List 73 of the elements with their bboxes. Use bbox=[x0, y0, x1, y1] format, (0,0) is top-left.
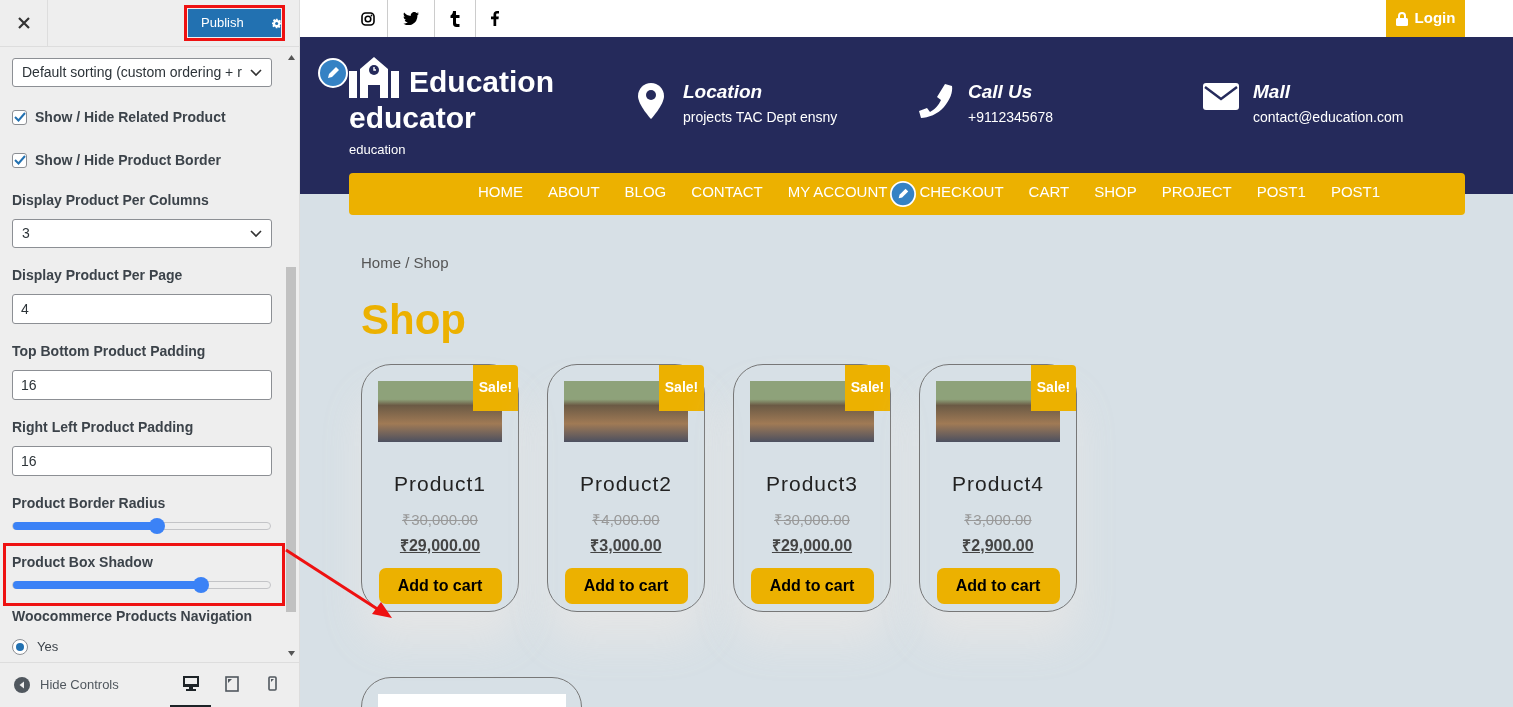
sale-price: ₹3,000.00 bbox=[590, 535, 662, 556]
collapse-icon bbox=[14, 677, 30, 693]
slider-thumb[interactable] bbox=[148, 518, 165, 534]
old-price: ₹3,000.00 bbox=[964, 510, 1032, 530]
sale-price: ₹2,900.00 bbox=[962, 535, 1034, 556]
old-price: ₹4,000.00 bbox=[592, 510, 660, 530]
sale-badge: Sale! bbox=[1031, 364, 1076, 411]
dropdown[interactable]: Default sorting (custom ordering + r bbox=[12, 58, 272, 87]
contact-detail: +9112345678 bbox=[968, 108, 1053, 127]
slider-thumb[interactable] bbox=[192, 577, 209, 593]
control-label: Display Product Per Columns bbox=[12, 191, 210, 210]
chevron-down-icon bbox=[250, 68, 262, 77]
desktop-icon bbox=[182, 676, 199, 691]
lock-icon bbox=[1395, 11, 1408, 26]
control-label: Product Border Radius bbox=[12, 494, 167, 513]
edit-pencil-icon[interactable] bbox=[318, 58, 348, 88]
sale-price: ₹29,000.00 bbox=[399, 535, 481, 556]
control-label: Display Product Per Page bbox=[12, 266, 184, 285]
sale-badge: Sale! bbox=[659, 364, 704, 411]
tablet-icon bbox=[224, 675, 239, 692]
product-name: Product3 bbox=[765, 470, 859, 497]
product-name: Product2 bbox=[579, 470, 673, 497]
instagram-icon[interactable] bbox=[361, 11, 375, 26]
old-price: ₹30,000.00 bbox=[402, 510, 478, 530]
add-to-cart-button[interactable]: Add to cart bbox=[750, 567, 874, 604]
old-price: ₹30,000.00 bbox=[774, 510, 850, 530]
school-building-icon bbox=[349, 57, 399, 98]
radio-button[interactable] bbox=[12, 638, 28, 655]
sale-badge: Sale! bbox=[473, 364, 518, 411]
add-to-cart-button[interactable]: Add to cart bbox=[564, 567, 688, 604]
sale-badge: Sale! bbox=[845, 364, 890, 411]
product-name: Product1 bbox=[393, 470, 487, 497]
publish-button[interactable]: Publish bbox=[188, 9, 281, 37]
checkbox-label: Show / Hide Related Product bbox=[35, 107, 226, 127]
sale-price: ₹29,000.00 bbox=[771, 535, 853, 556]
phone-icon bbox=[918, 83, 954, 119]
control-label: Right Left Product Padding bbox=[12, 418, 195, 437]
control-label: Product Box Shadow bbox=[12, 553, 154, 572]
scrollbar-thumb[interactable] bbox=[286, 267, 296, 612]
control-label: Top Bottom Product Padding bbox=[12, 342, 207, 361]
envelope-icon bbox=[1203, 83, 1239, 110]
breadcrumb[interactable]: Home / Shop bbox=[361, 252, 1513, 275]
add-to-cart-button[interactable]: Add to cart bbox=[378, 567, 502, 604]
settings-icon bbox=[271, 16, 281, 30]
site-logo[interactable]: Education educator bbox=[349, 57, 581, 136]
number-input[interactable]: 16 bbox=[12, 446, 272, 476]
site-tagline: education bbox=[349, 141, 407, 159]
checkbox-label: Show / Hide Product Border bbox=[35, 150, 221, 170]
contact-title: Call Us bbox=[968, 81, 1034, 103]
radio-label: Yes bbox=[37, 638, 59, 656]
hide-controls-button[interactable]: Hide Controls bbox=[14, 675, 119, 695]
scroll-down-icon[interactable] bbox=[288, 651, 295, 656]
chevron-down-icon bbox=[250, 229, 262, 238]
dropdown[interactable]: 3 bbox=[12, 219, 272, 248]
tumblr-icon[interactable] bbox=[450, 10, 460, 27]
scroll-up-icon[interactable] bbox=[288, 55, 295, 60]
number-input[interactable]: 16 bbox=[12, 370, 272, 400]
checkbox[interactable] bbox=[12, 109, 27, 125]
contact-detail: contact@education.com bbox=[1253, 108, 1404, 127]
product-name: Product4 bbox=[951, 470, 1045, 497]
checkbox[interactable] bbox=[12, 152, 27, 168]
map-pin-icon bbox=[638, 83, 664, 119]
twitter-icon[interactable] bbox=[403, 12, 419, 25]
page-heading: Shop bbox=[361, 294, 467, 345]
close-icon bbox=[17, 17, 30, 29]
contact-detail: projects TAC Dept ensny bbox=[683, 108, 838, 127]
control-label: Woocommerce Products Navigation bbox=[12, 607, 254, 626]
add-to-cart-button[interactable]: Add to cart bbox=[936, 567, 1060, 604]
facebook-icon[interactable] bbox=[491, 11, 499, 26]
contact-title: Mall bbox=[1253, 81, 1292, 103]
number-input[interactable]: 4 bbox=[12, 294, 272, 324]
contact-title: Location bbox=[683, 81, 764, 103]
mobile-icon bbox=[268, 676, 277, 691]
